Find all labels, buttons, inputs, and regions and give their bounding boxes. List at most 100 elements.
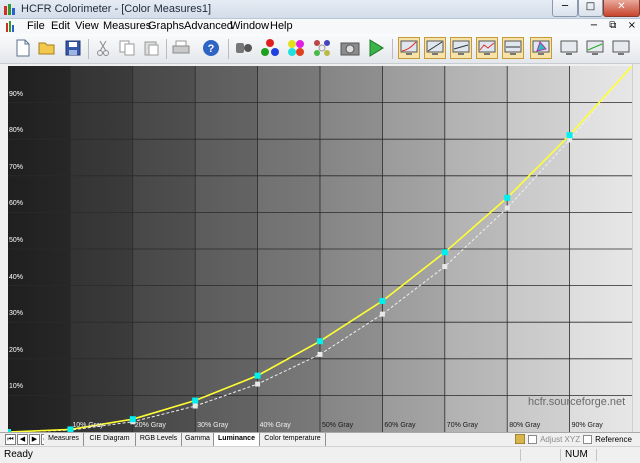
mdi-close-icon[interactable]: ×	[628, 20, 636, 31]
tab-first-button[interactable]: ⏮	[5, 434, 16, 445]
rgb-balls-icon[interactable]	[259, 37, 281, 59]
x-tick-label: 50% Gray	[322, 422, 354, 429]
monitor-view-2-icon[interactable]	[584, 37, 606, 59]
status-bar: Ready NUM	[0, 446, 640, 463]
measured-point[interactable]	[504, 194, 511, 201]
tab-bar: ⏮ ◀ ▶ ⏭ Measures CIE Diagram RGB Levels …	[0, 432, 640, 446]
y-tick-label: 90%	[9, 90, 24, 98]
adjust-xyz-label: Adjust XYZ	[540, 434, 581, 444]
mdi-minimize-icon[interactable]: −	[590, 20, 598, 31]
document-icon[interactable]	[6, 21, 17, 32]
x-tick-label: 90% Gray	[571, 422, 603, 429]
y-tick-label: 40%	[9, 273, 24, 281]
monitor-view-3-icon[interactable]	[610, 37, 632, 59]
reference-point	[192, 403, 198, 409]
reference-point	[567, 137, 573, 143]
x-tick-label: 40% Gray	[259, 422, 291, 429]
measured-point[interactable]	[566, 132, 573, 139]
measured-point[interactable]	[254, 372, 261, 379]
reference-color-icon	[515, 434, 526, 444]
mdi-restore-icon[interactable]: ⧉	[609, 20, 616, 31]
tab-luminance[interactable]: Luminance	[214, 433, 260, 446]
window-title: HCFR Colorimeter - [Color Measures1]	[21, 3, 212, 15]
tab-color-temperature[interactable]: Color temperature	[260, 433, 326, 446]
reference-point	[255, 381, 261, 387]
maximize-button[interactable]: □	[578, 0, 603, 17]
x-tick-label: 60% Gray	[384, 422, 416, 429]
graph-view-1-icon[interactable]	[398, 37, 420, 59]
tab-rgb-levels[interactable]: RGB Levels	[136, 433, 182, 446]
menu-bar: File Edit View Measures Graphs Advanced …	[0, 19, 640, 34]
menu-window[interactable]: Window	[230, 20, 269, 32]
vertical-scrollbar[interactable]	[632, 64, 640, 432]
title-bar: HCFR Colorimeter - [Color Measures1] ─ □…	[0, 0, 640, 19]
tab-measures[interactable]: Measures	[44, 433, 84, 446]
x-tick-label: 70% Gray	[446, 422, 478, 429]
minimize-button[interactable]: ─	[552, 0, 578, 17]
menu-graphs[interactable]: Graphs	[148, 20, 184, 32]
watermark: hcfr.sourceforge.net	[528, 396, 626, 408]
menu-file[interactable]: File	[27, 20, 45, 32]
open-folder-icon[interactable]	[36, 37, 58, 59]
reference-point	[504, 205, 510, 211]
x-tick-label: 10% Gray	[72, 422, 104, 429]
reference-point	[317, 351, 323, 357]
menu-advanced[interactable]: Advanced	[184, 20, 233, 32]
menu-edit[interactable]: Edit	[51, 20, 70, 32]
y-tick-label: 60%	[9, 200, 24, 208]
mdi-controls: − ⧉ ×	[582, 20, 636, 31]
reference-checkbox[interactable]	[583, 434, 593, 444]
y-tick-label: 70%	[9, 163, 24, 171]
graph-view-4-icon[interactable]	[476, 37, 498, 59]
tab-prev-button[interactable]: ◀	[17, 434, 28, 445]
y-tick-label: 20%	[9, 346, 24, 354]
cut-icon[interactable]	[92, 37, 114, 59]
menu-measures[interactable]: Measures	[103, 20, 151, 32]
tab-cie-diagram[interactable]: CIE Diagram	[84, 433, 136, 446]
measured-point[interactable]	[379, 297, 386, 304]
graph-view-2-icon[interactable]	[424, 37, 446, 59]
print-icon[interactable]	[170, 37, 192, 59]
close-button[interactable]: ✕	[603, 0, 640, 17]
camera-icon[interactable]	[339, 37, 361, 59]
x-tick-label: 30% Gray	[197, 422, 229, 429]
measured-point[interactable]	[441, 249, 448, 256]
tab-options: Adjust XYZ Reference	[515, 434, 632, 444]
status-text: Ready	[4, 449, 33, 460]
reference-point	[379, 311, 385, 317]
y-tick-label: 30%	[9, 310, 24, 318]
sensor-icon[interactable]	[233, 37, 255, 59]
tab-next-button[interactable]: ▶	[29, 434, 40, 445]
color-grid-icon[interactable]	[311, 37, 333, 59]
y-tick-label: 10%	[9, 383, 24, 391]
play-icon[interactable]	[365, 37, 387, 59]
cie-view-icon[interactable]	[530, 37, 552, 59]
graph-view-5-icon[interactable]	[502, 37, 524, 59]
color-spheres-icon[interactable]	[285, 37, 307, 59]
adjust-xyz-checkbox[interactable]	[528, 434, 538, 444]
close-icon: ✕	[617, 1, 626, 12]
luminance-plot[interactable]: 90% 80% 70% 60% 50% 40% 30% 20% 10% 10% Gray 20% …	[8, 66, 632, 432]
monitor-view-1-icon[interactable]	[558, 37, 580, 59]
tab-gamma[interactable]: Gamma	[182, 433, 214, 446]
help-icon[interactable]: ?	[200, 37, 222, 59]
paste-icon[interactable]	[140, 37, 162, 59]
app-icon	[4, 4, 15, 15]
minimize-icon: ─	[561, 1, 569, 12]
toolbar: ?	[0, 34, 640, 64]
num-lock-indicator: NUM	[565, 449, 588, 460]
y-tick-label: 80%	[9, 127, 24, 135]
x-tick-label: 20% Gray	[134, 422, 166, 429]
measured-point[interactable]	[192, 397, 199, 404]
svg-text:?: ?	[208, 43, 215, 55]
app-window: HCFR Colorimeter - [Color Measures1] ─ □…	[0, 0, 640, 463]
measured-point[interactable]	[317, 338, 323, 345]
graph-view-3-icon[interactable]	[450, 37, 472, 59]
menu-view[interactable]: View	[75, 20, 99, 32]
plot-canvas	[8, 66, 632, 432]
new-document-icon[interactable]	[12, 37, 34, 59]
y-tick-label: 50%	[9, 237, 24, 244]
copy-icon[interactable]	[116, 37, 138, 59]
save-icon[interactable]	[62, 37, 84, 59]
menu-help[interactable]: Help	[270, 20, 293, 32]
